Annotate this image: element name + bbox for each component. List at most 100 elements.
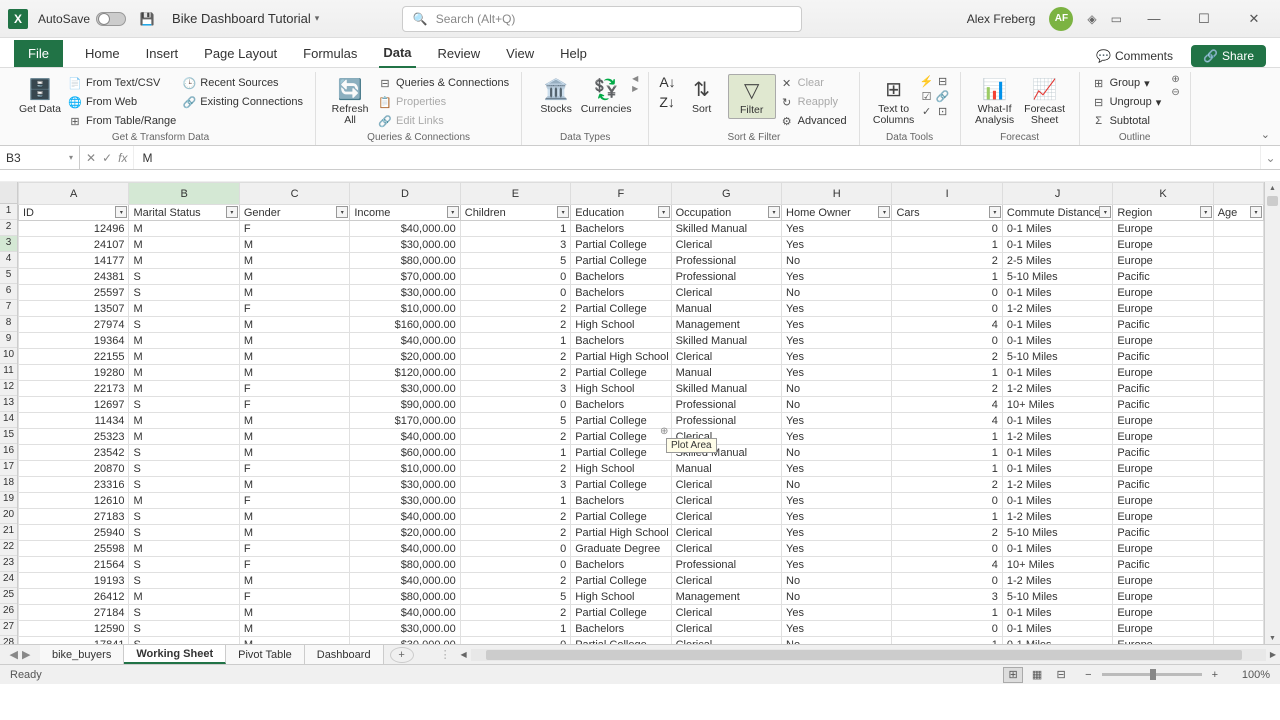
cell[interactable]: 0 [892,541,1002,557]
cell[interactable]: 0 [460,397,570,413]
cell[interactable]: 1 [892,445,1002,461]
cell[interactable]: Pacific [1113,397,1213,413]
table-row[interactable]: 23542SM$60,000.001Partial CollegeSkilled… [19,445,1264,461]
cell[interactable]: Bachelors [571,621,671,637]
cell[interactable]: 25598 [19,541,129,557]
currencies-button[interactable]: 💱Currencies [582,74,630,115]
cell[interactable]: 1-2 Miles [1002,301,1112,317]
cell[interactable]: M [239,621,349,637]
maximize-button[interactable]: ☐ [1186,5,1222,33]
cell[interactable]: 4 [892,317,1002,333]
from-text-csv[interactable]: 📄From Text/CSV [66,74,178,92]
cell[interactable]: 22173 [19,381,129,397]
cell[interactable]: Europe [1113,253,1213,269]
table-row[interactable]: 25323MM$40,000.002Partial CollegeClerica… [19,429,1264,445]
cell[interactable]: 2 [460,525,570,541]
cell[interactable]: 2 [892,381,1002,397]
row-header[interactable]: 11 [0,364,17,380]
cell[interactable]: Pacific [1113,317,1213,333]
cell[interactable]: 2 [460,573,570,589]
col-header-E[interactable]: E [460,183,570,205]
hscroll-thumb[interactable] [486,650,1242,660]
cell[interactable]: 1 [892,637,1002,645]
cell[interactable]: 19280 [19,365,129,381]
cell[interactable]: 22155 [19,349,129,365]
row-header[interactable]: 1 [0,204,17,220]
cell[interactable]: Pacific [1113,557,1213,573]
cell[interactable]: 0-1 Miles [1002,413,1112,429]
sheet-tab-bike_buyers[interactable]: bike_buyers [40,645,124,664]
table-row[interactable]: 11434MM$170,000.005Partial CollegeProfes… [19,413,1264,429]
cell[interactable]: S [129,317,239,333]
cell[interactable]: Europe [1113,285,1213,301]
cell[interactable]: $40,000.00 [350,605,460,621]
cell[interactable]: Partial College [571,477,671,493]
cell[interactable]: 2 [460,509,570,525]
enter-icon[interactable]: ✓ [102,151,112,165]
cell[interactable]: Clerical [671,525,781,541]
cell[interactable]: 0-1 Miles [1002,445,1112,461]
table-row[interactable]: 12610MF$30,000.001BachelorsClericalYes00… [19,493,1264,509]
cell[interactable]: 0 [460,269,570,285]
cell[interactable]: Europe [1113,461,1213,477]
cell[interactable]: $30,000.00 [350,477,460,493]
cell[interactable]: 0-1 Miles [1002,285,1112,301]
formula-input[interactable]: M [134,146,1260,169]
cell[interactable]: 12496 [19,221,129,237]
row-header[interactable]: 8 [0,316,17,332]
cell[interactable]: 5 [460,413,570,429]
cell[interactable]: Partial College [571,605,671,621]
cell[interactable]: M [129,237,239,253]
horizontal-scrollbar[interactable]: ⋮ ◀ ▶ [440,645,1280,664]
table-row[interactable]: 19193SM$40,000.002Partial CollegeClerica… [19,573,1264,589]
minimize-button[interactable]: — [1136,5,1172,33]
refresh-all-button[interactable]: 🔄 Refresh All [326,74,374,126]
cell[interactable]: Partial College [571,365,671,381]
row-header[interactable]: 10 [0,348,17,364]
cell[interactable]: M [239,445,349,461]
collapse-ribbon-icon[interactable]: ⌄ [1251,124,1280,145]
search-input[interactable]: 🔍 Search (Alt+Q) [402,6,802,32]
cell[interactable]: 1 [892,269,1002,285]
cell[interactable]: 0-1 Miles [1002,221,1112,237]
cell[interactable]: F [239,397,349,413]
cell[interactable]: 0-1 Miles [1002,317,1112,333]
cell[interactable]: Yes [782,317,892,333]
cell[interactable]: 1-2 Miles [1002,477,1112,493]
filter-button[interactable]: ▽Filter [728,74,776,119]
cell[interactable]: $30,000.00 [350,637,460,645]
cell[interactable]: No [782,477,892,493]
cell[interactable]: S [129,509,239,525]
tab-help[interactable]: Help [556,40,591,67]
cell[interactable]: Yes [782,221,892,237]
col-header-G[interactable]: G [671,183,781,205]
queries-connections[interactable]: ⊟Queries & Connections [376,74,511,92]
toggle-off-icon[interactable] [96,12,126,26]
page-layout-view-icon[interactable]: ▦ [1027,667,1047,683]
cell[interactable]: $30,000.00 [350,621,460,637]
row-header[interactable]: 12 [0,380,17,396]
cell[interactable]: Partial High School [571,525,671,541]
cell[interactable]: Clerical [671,621,781,637]
filter-header-income[interactable]: Income▾ [350,205,460,221]
cell[interactable]: M [129,413,239,429]
row-header[interactable]: 6 [0,284,17,300]
cell[interactable]: 4 [892,557,1002,573]
cell[interactable]: 10+ Miles [1002,397,1112,413]
cell[interactable]: Partial College [571,301,671,317]
cell[interactable]: S [129,525,239,541]
save-icon[interactable]: 💾 [138,10,156,28]
cell[interactable]: Skilled Manual [671,333,781,349]
cell[interactable]: S [129,573,239,589]
comments-button[interactable]: 💬 Comments [1088,45,1181,67]
cell[interactable]: 26412 [19,589,129,605]
cell[interactable]: High School [571,381,671,397]
avatar[interactable]: AF [1049,7,1073,31]
cell[interactable]: $30,000.00 [350,237,460,253]
cell[interactable]: S [129,621,239,637]
cell[interactable]: M [239,429,349,445]
table-row[interactable]: 17841SM$30,000.000Partial CollegeClerica… [19,637,1264,645]
cell[interactable]: 1 [892,509,1002,525]
cell[interactable]: 24107 [19,237,129,253]
cell[interactable]: $60,000.00 [350,445,460,461]
